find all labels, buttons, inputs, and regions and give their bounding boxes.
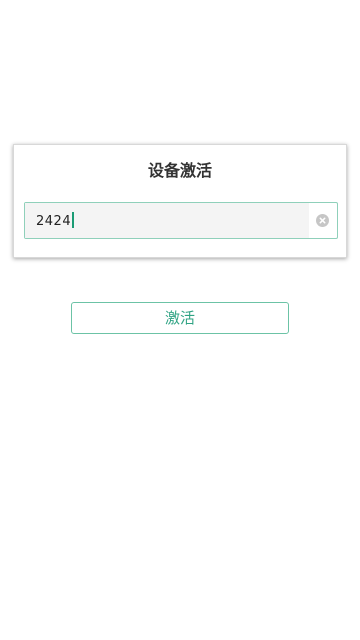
activation-dialog: 设备激活 2424 [13, 144, 347, 258]
clear-icon[interactable] [316, 214, 329, 227]
text-caret [72, 212, 75, 228]
activate-button[interactable]: 激活 [71, 302, 289, 334]
dialog-title: 设备激活 [147, 161, 212, 180]
activation-code-field[interactable]: 2424 [24, 202, 338, 239]
activation-code-value: 2424 [36, 212, 75, 230]
activation-code-text: 2424 [36, 214, 72, 229]
activation-code-input[interactable]: 2424 [25, 203, 309, 238]
